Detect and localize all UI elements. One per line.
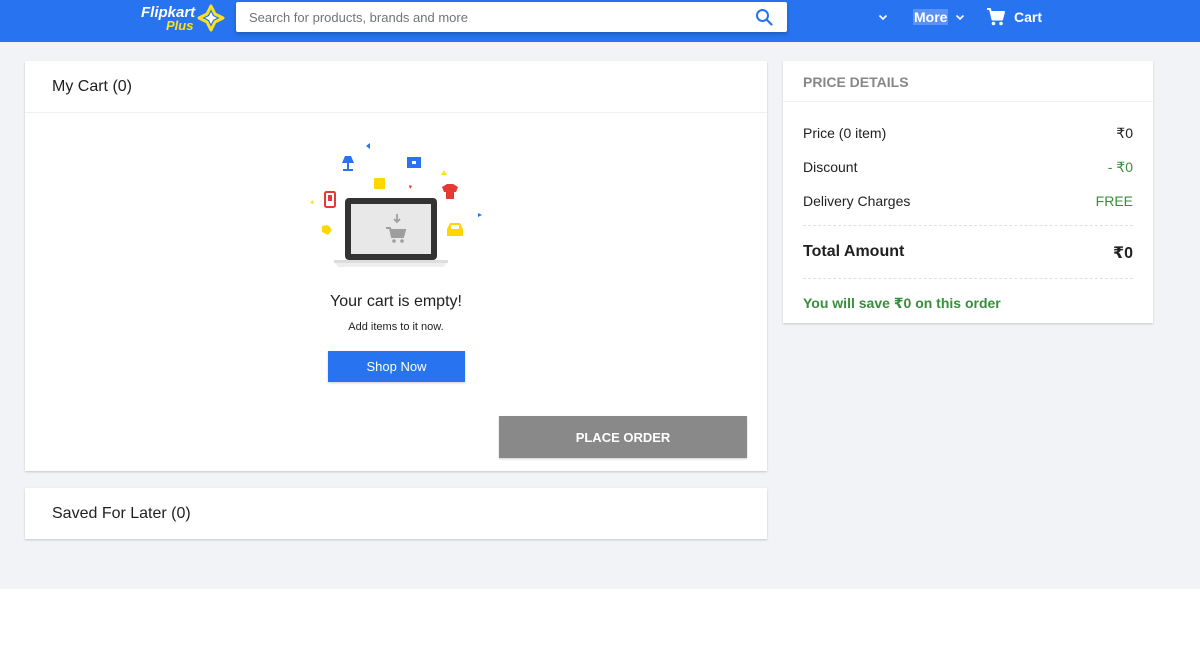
tag-icon (322, 225, 332, 235)
price-row: Price (0 item) ₹0 (803, 125, 1133, 145)
total-amount-label: Total Amount (803, 243, 905, 260)
card-icon (407, 157, 421, 168)
discount-value: - ₹0 (1107, 159, 1133, 175)
chevron-down-icon (956, 14, 965, 21)
place-order-button[interactable]: PLACE ORDER (499, 416, 747, 458)
empty-cart-illustration (310, 143, 482, 267)
triangle-icon (478, 213, 482, 217)
shop-now-button[interactable]: Shop Now (328, 351, 465, 382)
savings-message: You will save ₹0 on this order (803, 295, 1001, 311)
search-input[interactable] (236, 2, 741, 32)
more-label: More (913, 9, 949, 25)
triangle-icon (366, 143, 370, 149)
total-amount-value: ₹0 (1112, 245, 1133, 262)
discount-label: Discount (803, 159, 858, 175)
more-menu-button[interactable]: More (913, 8, 966, 26)
laptop-cart-icon (334, 198, 448, 267)
chevron-down-icon[interactable] (876, 10, 890, 24)
price-value: ₹0 (1116, 125, 1133, 141)
tshirt-icon (442, 184, 458, 199)
lamp-icon (342, 156, 354, 171)
saved-for-later-title: Saved For Later (0) (52, 505, 191, 522)
phone-icon (324, 191, 336, 208)
search-icon[interactable] (755, 8, 773, 26)
price-details-heading: PRICE DETAILS (803, 74, 909, 90)
cart-icon (987, 8, 1005, 26)
dashed-divider (803, 225, 1133, 226)
empty-cart-subtitle: Add items to it now. (348, 321, 444, 333)
dashed-divider (803, 278, 1133, 279)
triangle-icon (441, 170, 447, 175)
plus-star-icon (197, 4, 225, 32)
divider (25, 112, 767, 113)
delivery-row: Delivery Charges FREE (803, 193, 1133, 213)
price-details-panel: PRICE DETAILS Price (0 item) ₹0 Discount… (783, 61, 1153, 323)
price-label: Price (0 item) (803, 125, 887, 141)
logo-plus-text: Plus (166, 18, 194, 33)
top-navbar: Flipkart Plus More Cart (0, 0, 1200, 42)
delivery-label: Delivery Charges (803, 193, 911, 209)
car-icon (447, 223, 463, 236)
discount-row: Discount - ₹0 (803, 159, 1133, 179)
cart-title: My Cart (0) (52, 78, 132, 95)
empty-cart-title: Your cart is empty! (330, 293, 462, 310)
flipkart-plus-logo[interactable]: Flipkart Plus (141, 2, 225, 36)
triangle-icon (409, 185, 412, 189)
total-amount-row: Total Amount ₹0 (803, 243, 1133, 265)
delivery-value: FREE (1095, 193, 1133, 209)
divider (783, 101, 1153, 102)
saved-for-later-panel[interactable]: Saved For Later (0) (25, 488, 767, 539)
search-bar (236, 2, 787, 32)
book-icon (374, 178, 385, 189)
cart-panel: My Cart (0) Your cart is empty! Add item… (25, 61, 767, 471)
triangle-icon (310, 200, 314, 204)
cart-label: Cart (1014, 9, 1043, 25)
cart-button[interactable]: Cart (986, 7, 1042, 27)
